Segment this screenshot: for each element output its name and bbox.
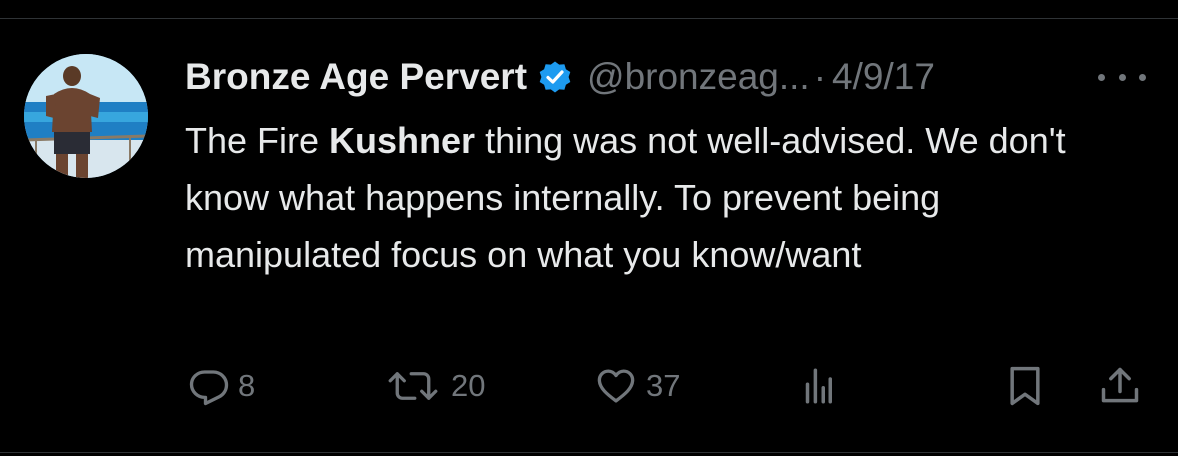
tweet-header: Bronze Age Pervert @bronzeag... · 4/9/17 (185, 52, 935, 102)
reply-count: 8 (238, 368, 256, 403)
heart-icon (597, 369, 635, 403)
tweet-text: The Fire Kushner thing was not well-advi… (185, 112, 1145, 283)
reply-button[interactable]: 8 (188, 362, 255, 410)
share-icon (1101, 367, 1139, 403)
bottom-divider (0, 452, 1178, 453)
tweet-text-part1: The Fire (185, 120, 330, 161)
tweet-date[interactable]: 4/9/17 (832, 56, 935, 98)
verified-badge-icon[interactable] (537, 59, 573, 95)
like-count: 37 (646, 368, 681, 403)
separator-dot: · (813, 56, 827, 97)
avatar[interactable] (24, 54, 148, 178)
top-divider (0, 18, 1178, 19)
views-bar-chart-icon (805, 368, 832, 404)
bookmark-icon (1010, 366, 1040, 406)
avatar-image (24, 54, 148, 178)
reply-icon (189, 370, 229, 406)
repost-button[interactable]: 20 (383, 362, 485, 410)
repost-count: 20 (451, 368, 486, 403)
tweet-text-bold: Kushner (329, 120, 476, 161)
user-handle[interactable]: @bronzeag... (587, 56, 810, 98)
display-name[interactable]: Bronze Age Pervert (185, 56, 527, 98)
more-options-icon[interactable] (1098, 62, 1146, 92)
share-button[interactable] (1098, 362, 1142, 410)
views-button[interactable] (800, 362, 836, 410)
bookmark-button[interactable] (1008, 362, 1042, 410)
like-button[interactable]: 37 (594, 362, 680, 410)
repost-icon (388, 372, 438, 400)
